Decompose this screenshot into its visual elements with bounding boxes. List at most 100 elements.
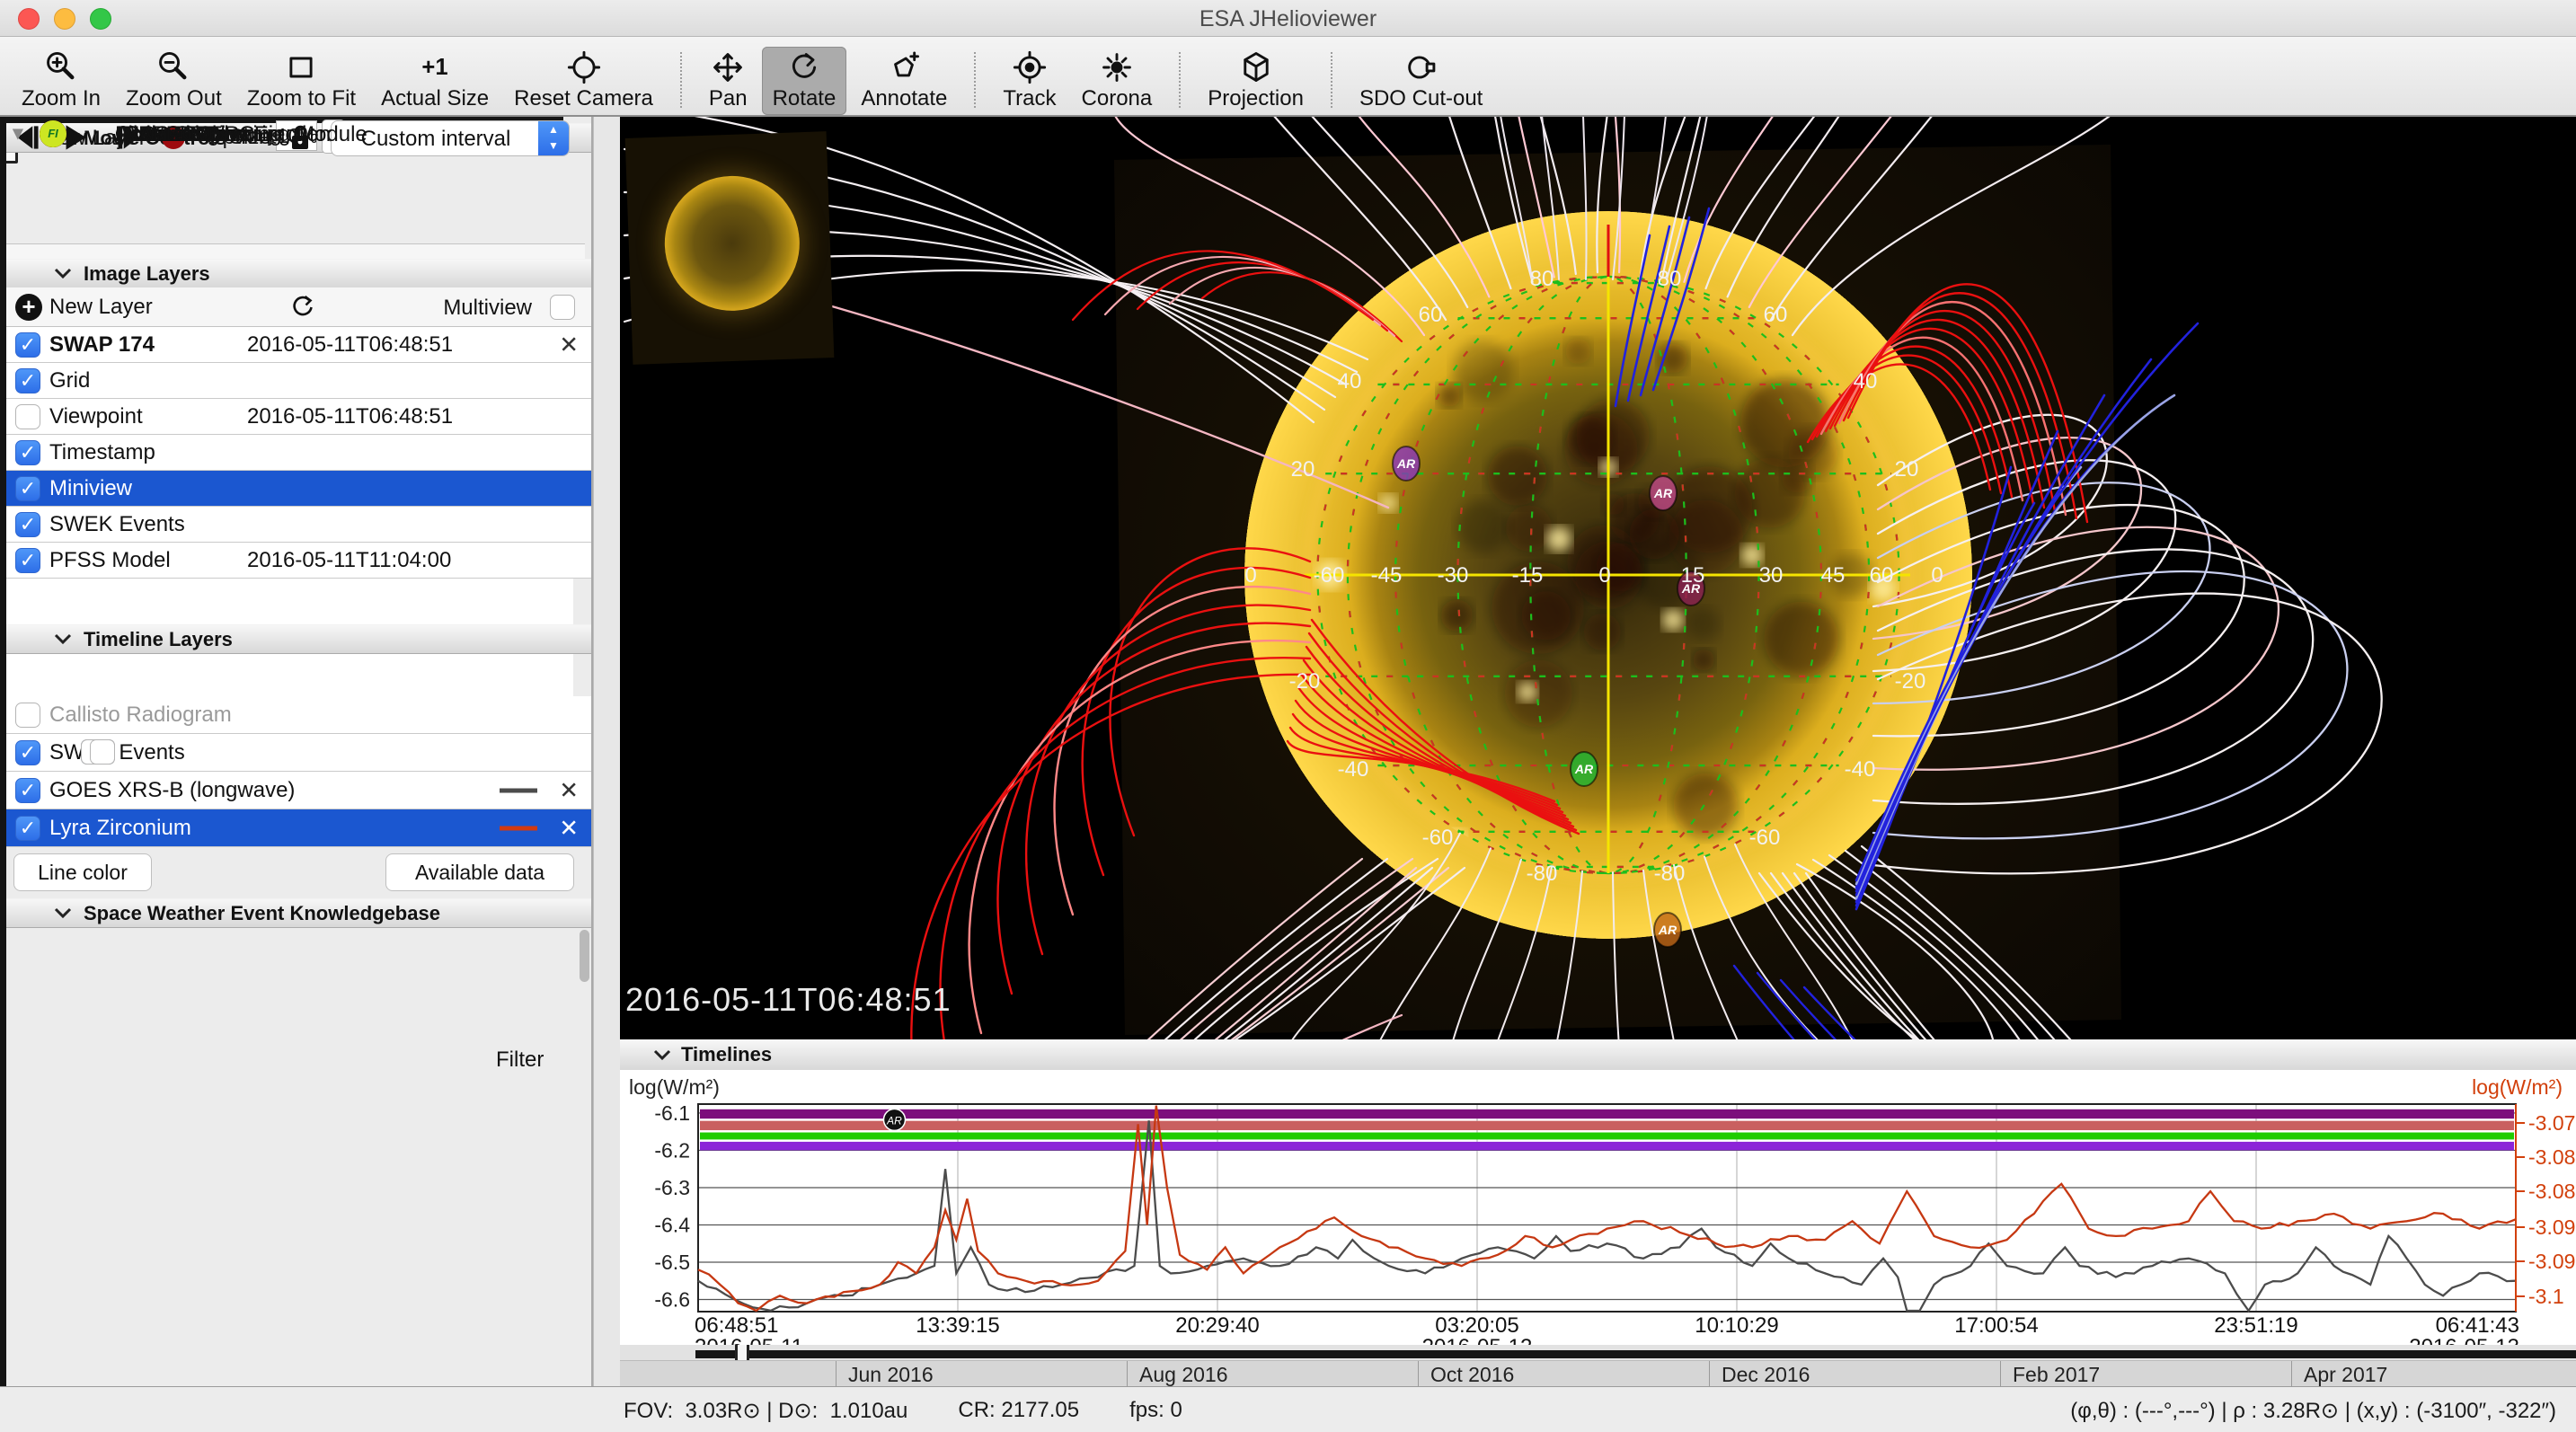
image-layer-row[interactable]: ✓ Miniview bbox=[6, 471, 591, 507]
timelines-header[interactable]: Timelines bbox=[620, 1039, 2576, 1071]
month-label: Feb 2017 bbox=[2013, 1363, 2101, 1386]
image-layer-row[interactable]: ✓ SWAP 174 2016-05-11T06:48:51 ✕ bbox=[6, 327, 591, 363]
x-axis-tick: 23:51:19 bbox=[2214, 1313, 2297, 1338]
toolbar-button-label: Zoom In bbox=[22, 86, 102, 110]
left-axis-tick: -6.3 bbox=[654, 1176, 690, 1199]
actual-size-button[interactable]: +1 Actual Size bbox=[370, 47, 500, 115]
image-layer-row[interactable]: ✓ PFSS Model 2016-05-11T11:04:00 bbox=[6, 543, 591, 579]
toolbar-separator bbox=[679, 52, 682, 108]
rotate-button[interactable]: Rotate bbox=[761, 47, 847, 115]
new-layer-label[interactable]: New Layer bbox=[49, 295, 153, 320]
sdo-cut-out-button[interactable]: SDO Cut-out bbox=[1349, 47, 1493, 115]
projection-button[interactable]: Projection bbox=[1197, 47, 1315, 115]
right-axis-tick: -3.08 bbox=[2528, 1145, 2575, 1169]
checkbox[interactable] bbox=[15, 403, 40, 429]
toolbar-separator bbox=[1179, 52, 1182, 108]
section-image-layers[interactable]: Image Layers bbox=[6, 259, 591, 288]
checkbox[interactable]: ✓ bbox=[15, 331, 40, 358]
grid-coordinate-label: 80 bbox=[1530, 267, 1554, 291]
line-color-swatch bbox=[500, 826, 537, 830]
image-layer-row[interactable]: ✓ SWEK Events bbox=[6, 507, 591, 543]
collapse-chevron-icon bbox=[53, 267, 73, 284]
annotate-button[interactable]: Annotate bbox=[850, 47, 958, 115]
timeline-layer-row[interactable]: Callisto Radiogram bbox=[6, 696, 591, 734]
navigator-range-bar[interactable] bbox=[695, 1350, 2576, 1358]
zoom-to-fit-button[interactable]: Zoom to Fit bbox=[236, 47, 367, 115]
svg-text:AR: AR bbox=[1658, 923, 1677, 937]
image-layer-row[interactable]: Viewpoint 2016-05-11T06:48:51 bbox=[6, 399, 591, 435]
image-layer-row[interactable]: ✓ Grid bbox=[6, 363, 591, 399]
checkbox[interactable]: ✓ bbox=[15, 815, 40, 841]
section-swek[interactable]: Space Weather Event Knowledgebase bbox=[6, 898, 591, 928]
month-label: Apr 2017 bbox=[2304, 1363, 2388, 1386]
add-layer-button[interactable]: + bbox=[15, 293, 42, 321]
status-cr: CR: 2177.05 bbox=[958, 1398, 1080, 1422]
swek-scrollbar[interactable] bbox=[580, 930, 589, 982]
image-layer-row[interactable]: ✓ Timestamp bbox=[6, 435, 591, 471]
toolbar-button-label: Reset Camera bbox=[514, 86, 653, 110]
status-fps: fps: 0 bbox=[1129, 1398, 1182, 1422]
checkbox[interactable] bbox=[15, 702, 40, 728]
toolbar-button-label: Zoom to Fit bbox=[246, 86, 357, 110]
remove-timeline-button[interactable]: ✕ bbox=[559, 776, 579, 804]
checkbox[interactable] bbox=[90, 738, 115, 765]
active-region-marker[interactable]: AR bbox=[1649, 475, 1677, 511]
checkbox[interactable]: ✓ bbox=[15, 475, 40, 501]
main-toolbar: Zoom In Zoom Out Zoom to Fit +1 Actual Size R… bbox=[0, 37, 2576, 117]
toolbar-button-label: Zoom Out bbox=[126, 86, 222, 110]
available-data-button[interactable]: Available data bbox=[385, 853, 574, 891]
section-timeline-layers[interactable]: Timeline Layers bbox=[6, 624, 591, 654]
layer-timestamp: 2016-05-11T06:48:51 bbox=[247, 331, 454, 357]
grid-coordinate-label: 0 bbox=[1931, 563, 1943, 588]
toolbar-button-label: Projection bbox=[1208, 86, 1304, 110]
filter-button[interactable]: Filter bbox=[496, 1047, 544, 1073]
sun-render-canvas[interactable]: AR AR AR AR AR 0 -60 -45 -30 -15 0 15 30 45 60 0 80 80 60 6… bbox=[620, 0, 2576, 1280]
miniview-sun bbox=[662, 173, 802, 314]
sdo-cutout-icon bbox=[1403, 49, 1439, 85]
window-title: ESA JHelioviewer bbox=[1199, 6, 1377, 31]
toolbar-button-label: Rotate bbox=[772, 86, 837, 110]
grid-coordinate-label: -30 bbox=[1438, 563, 1469, 588]
pan-icon bbox=[710, 49, 746, 85]
reset-camera-button[interactable]: Reset Camera bbox=[503, 47, 664, 115]
x-axis-tick: 13:39:15 bbox=[916, 1313, 999, 1338]
line-color-button[interactable]: Line color bbox=[13, 853, 152, 891]
grid-coordinate-label: -20 bbox=[1895, 669, 1926, 694]
active-region-marker[interactable]: AR bbox=[1392, 446, 1421, 482]
refresh-icon[interactable] bbox=[288, 293, 317, 322]
corona-button[interactable]: Corona bbox=[1071, 47, 1164, 115]
grid-coordinate-label: 20 bbox=[1895, 457, 1919, 482]
zoom-out-button[interactable]: Zoom Out bbox=[115, 47, 233, 115]
timeline-layer-row[interactable]: ✓ Lyra Zirconium ✕ bbox=[6, 809, 591, 847]
grid-coordinate-label: 15 bbox=[1681, 563, 1705, 588]
toolbar-button-label: Corona bbox=[1081, 86, 1153, 110]
checkbox[interactable]: ✓ bbox=[15, 367, 40, 393]
checkbox[interactable]: ✓ bbox=[15, 511, 40, 537]
track-button[interactable]: Track bbox=[992, 47, 1067, 115]
section-title: Image Layers bbox=[84, 262, 210, 285]
solar-view[interactable]: AR AR AR AR AR 0 -60 -45 -30 -15 0 15 30 45 60 0 80 80 60 6… bbox=[620, 0, 2576, 1280]
remove-layer-button[interactable]: ✕ bbox=[559, 331, 579, 358]
pan-button[interactable]: Pan bbox=[698, 47, 758, 115]
checkbox[interactable] bbox=[550, 294, 575, 320]
right-axis-tick: -3.085 bbox=[2528, 1180, 2576, 1203]
swek-row-halo-cme[interactable]: Halo CME bbox=[0, 122, 573, 765]
movie-buttons-row: Options ›1/97 bbox=[0, 124, 585, 205]
checkbox[interactable]: ✓ bbox=[15, 777, 40, 803]
corona-icon bbox=[1099, 49, 1135, 85]
checkbox[interactable]: ✓ bbox=[15, 439, 40, 465]
timeline-layer-row[interactable]: ✓ GOES XRS-B (longwave) ✕ bbox=[6, 772, 591, 809]
disclosure-triangle-icon[interactable]: ▼ bbox=[9, 124, 27, 145]
right-axis-tick: -3.09 bbox=[2528, 1215, 2575, 1239]
checkbox[interactable]: ✓ bbox=[15, 739, 40, 765]
active-region-marker[interactable]: AR bbox=[1653, 912, 1682, 948]
checkbox[interactable]: ✓ bbox=[15, 547, 40, 573]
status-fov: FOV: 3.03R⊙ | D⊙: 1.010au bbox=[624, 1399, 908, 1423]
navigator-month-strip[interactable]: Jun 2016 Aug 2016 Oct 2016 Dec 2016 Feb 2017… bbox=[620, 1360, 2576, 1387]
active-region-marker[interactable]: AR bbox=[1570, 751, 1598, 787]
zoom-in-button[interactable]: Zoom In bbox=[11, 47, 111, 115]
timeline-chart[interactable]: -6.1 -6.2 -6.3 -6.4 -6.5 -6.6 AR -3.075 -3.08 -3.… bbox=[620, 1070, 2576, 1345]
remove-timeline-button[interactable]: ✕ bbox=[559, 814, 579, 842]
toolbar-group: Pan Rotate Annotate bbox=[696, 41, 960, 115]
left-axis-tick: -6.2 bbox=[654, 1138, 690, 1162]
